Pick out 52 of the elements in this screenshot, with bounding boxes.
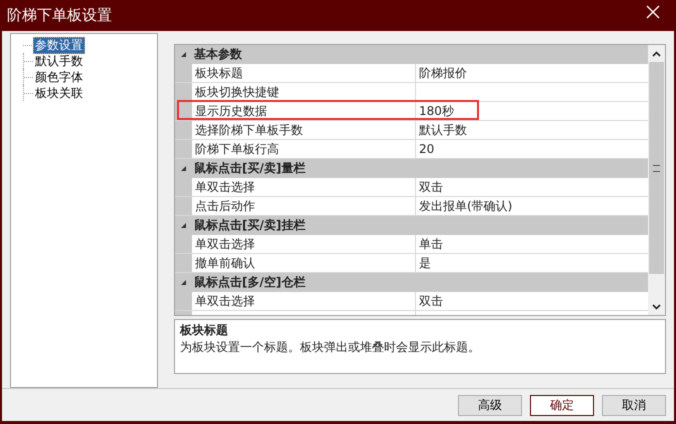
property-value[interactable]: 是 (419, 256, 431, 270)
property-value[interactable]: 阶梯报价 (419, 66, 467, 80)
property-name: 单双击选择 (195, 237, 255, 251)
property-value[interactable]: 单击 (419, 237, 443, 251)
tree-item[interactable]: 板块关联 (33, 84, 85, 102)
collapse-triangle-icon[interactable] (180, 222, 187, 228)
property-value[interactable]: 20 (419, 142, 434, 156)
category-title: 基本参数 (194, 46, 242, 62)
property-row[interactable]: 单双击选择 双击 (175, 292, 648, 311)
description-title: 板块标题 (180, 322, 229, 338)
close-icon[interactable] (646, 4, 660, 18)
property-row[interactable]: 选择阶梯下单板手数 默认手数 (175, 121, 648, 140)
scrollbar[interactable] (648, 45, 665, 315)
property-name: 单双击选择 (195, 294, 255, 308)
category-title: 鼠标点击[买/卖]量栏 (194, 160, 306, 176)
scrollbar-thumb[interactable] (649, 62, 664, 274)
property-name: 阶梯下单板行高 (195, 142, 279, 156)
dialog-button[interactable]: 取消 (602, 394, 666, 416)
property-name: 选择阶梯下单板手数 (195, 123, 303, 137)
property-name: 单双击选择 (195, 180, 255, 194)
collapse-triangle-icon[interactable] (180, 50, 187, 58)
property-row[interactable]: 单双击选择 单击 (175, 235, 648, 254)
window-title: 阶梯下单板设置 (7, 6, 112, 25)
collapse-triangle-icon[interactable] (180, 164, 187, 172)
collapse-triangle-icon[interactable] (180, 278, 187, 286)
scroll-down-icon[interactable] (652, 304, 661, 310)
property-value[interactable]: 双击 (419, 180, 443, 194)
property-row[interactable]: 单双击选择 双击 (175, 178, 648, 197)
dialog-button[interactable]: 高级 (458, 394, 522, 416)
tree-item[interactable]: 参数设置 (33, 36, 85, 54)
property-name: 板块标题 (195, 66, 243, 80)
property-name: 点击后动作 (195, 199, 255, 213)
dialog-button[interactable]: 确定 (530, 394, 594, 416)
scroll-up-icon[interactable] (652, 51, 661, 57)
property-value[interactable]: 默认手数 (419, 123, 467, 137)
property-value[interactable]: 180秒 (419, 104, 454, 118)
property-row[interactable]: 板块标题 阶梯报价 (175, 64, 648, 83)
category-title: 鼠标点击[买/卖]挂栏 (194, 216, 306, 234)
property-row[interactable]: 点击后动作 发出报单(带确认) (175, 197, 648, 216)
description-text: 为板块设置一个标题。板块弹出或堆叠时会显示此标题。 (180, 339, 481, 356)
property-name: 撤单前确认 (195, 256, 255, 270)
property-row[interactable]: 显示历史数据 180秒 (175, 102, 648, 121)
tree-item[interactable]: 默认手数 (33, 52, 85, 70)
property-row[interactable]: 撤单前确认 是 (175, 254, 648, 273)
property-row[interactable]: 阶梯下单板行高 20 (175, 140, 648, 159)
property-value[interactable]: 发出报单(带确认) (419, 199, 512, 213)
property-name: 板块切换快捷键 (195, 85, 279, 99)
category-title: 鼠标点击[多/空]仓栏 (194, 274, 306, 290)
property-value[interactable]: 双击 (419, 294, 443, 308)
tree-item[interactable]: 颜色字体 (33, 68, 85, 86)
property-row[interactable]: 板块切换快捷键 (175, 83, 648, 102)
property-name: 显示历史数据 (195, 104, 267, 118)
